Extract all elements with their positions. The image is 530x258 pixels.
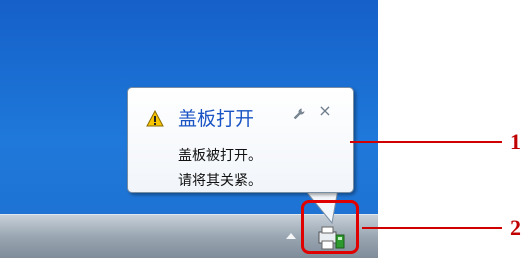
- balloon-message-line-1: 盖板被打开。: [178, 148, 262, 164]
- callout-line-2: [362, 227, 502, 229]
- wrench-icon[interactable]: [293, 108, 305, 120]
- balloon-message-line-2: 请将其关紧。: [178, 173, 262, 189]
- callout-line-1: [350, 141, 502, 143]
- callout-number-1: 1: [510, 129, 521, 154]
- show-hidden-icons-arrow-icon[interactable]: [286, 233, 296, 239]
- warning-icon: [146, 110, 164, 127]
- tray-highlight-outline: [301, 200, 359, 254]
- close-icon[interactable]: ×: [318, 103, 332, 119]
- balloon-title: 盖板打开: [178, 108, 255, 130]
- callout-number-2: 2: [510, 215, 521, 240]
- notification-balloon[interactable]: 盖板打开 × 盖板被打开。 请将其关紧。: [127, 87, 354, 193]
